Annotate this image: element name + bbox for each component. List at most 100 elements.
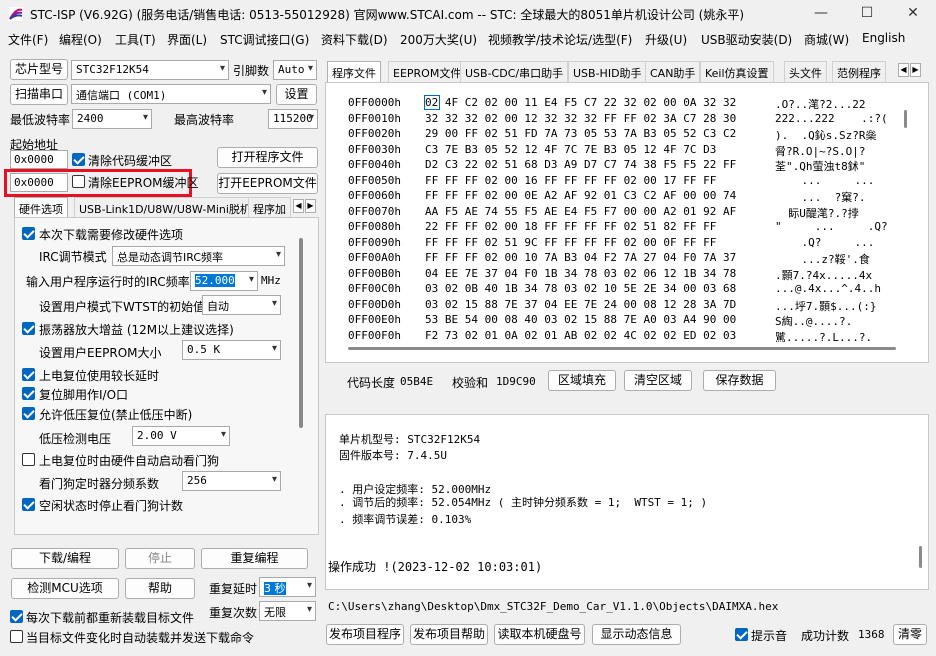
hex-bytes: 53 BE 54 00 08 40 03 02 15 88 7E A0 03 A… [425,313,737,326]
menu-interface[interactable]: 界面(L) [167,31,207,48]
scan-port-button[interactable]: 扫描串口 [10,84,68,105]
hex-address: 0FF0060h [348,189,401,202]
maximize-button[interactable]: ☐ [844,0,890,27]
download-program-button[interactable]: 下载/编程 [11,548,119,569]
stop-button[interactable]: 停止 [125,548,195,569]
check-mcu-options-button[interactable]: 检测MCU选项 [11,578,119,599]
open-program-file-button[interactable]: 打开程序文件 [217,147,318,168]
irc-mode-select[interactable]: 总是动态调节IRC频率 ▾ [112,246,285,266]
irc-mode-value: 总是动态调节IRC频率 [117,251,224,264]
auto-reload-checkbox[interactable] [10,630,23,643]
beep-checkbox[interactable] [735,628,748,641]
code-start-address-input[interactable]: 0x0000 [10,150,68,169]
lvd-reset-checkbox[interactable] [22,407,35,420]
clear-eeprom-buffer-checkbox[interactable] [72,175,85,188]
menu-tools[interactable]: 工具(T) [115,31,156,48]
publish-program-button[interactable]: 发布项目程序 [326,624,404,645]
tab-prev-arrow-icon[interactable]: ◀ [898,63,909,77]
tab-program-file[interactable]: 程序文件 [327,61,381,82]
menu-file[interactable]: 文件(F) [8,31,48,48]
wtst-select[interactable]: 自动 ▾ [202,295,281,315]
eeprom-start-address-input[interactable]: 0x0000 [10,173,68,192]
clear-code-buffer-checkbox[interactable] [72,153,85,166]
menu-shop[interactable]: 商城(W) [804,31,849,48]
region-fill-button[interactable]: 区域填充 [548,370,616,391]
hex-cursor [424,95,440,110]
clear-code-buffer-label: 清除代码缓冲区 [88,154,173,168]
max-baud-select[interactable]: 115200 ▾ [268,109,318,129]
irc-freq-select[interactable]: 52.000 ▾ [190,271,258,291]
menu-usb-driver[interactable]: USB驱动安装(D) [701,31,792,48]
hex-address: 0FF0000h [348,96,401,109]
auto-reload-label: 当目标文件变化时自动装载并发送下载命令 [26,631,255,645]
port-select[interactable]: 通信端口 (COM1) ▾ [71,84,271,104]
need-modify-checkbox[interactable] [22,227,35,240]
reset-pin-io-checkbox[interactable] [22,387,35,400]
chevron-down-icon: ▾ [219,63,225,74]
chip-model-select[interactable]: STC32F12K54 ▾ [71,60,229,80]
help-button[interactable]: 帮助 [125,578,195,599]
chevron-down-icon: ▾ [306,580,312,591]
tab-usb-link-offline[interactable]: USB-Link1D/U8W/U8W-Mini脱机 [74,197,256,218]
wdt-divider-select[interactable]: 256 ▾ [182,471,281,491]
tab-hardware-options[interactable]: 硬件选项 [14,197,68,218]
tab-header-files[interactable]: 头文件 [784,61,827,82]
save-data-button[interactable]: 保存数据 [703,370,776,391]
read-disk-serial-button[interactable]: 读取本机硬盘号 [494,624,585,645]
tab-can[interactable]: CAN助手 [645,61,701,82]
tab-eeprom-file[interactable]: EEPROM文件 [388,61,467,82]
hex-bytes: 03 02 0B 40 1B 34 78 03 02 10 5E 2E 34 0… [425,282,737,295]
reload-each-checkbox[interactable] [10,610,23,623]
tab-usb-hid[interactable]: USB-HID助手 [568,61,647,82]
eeprom-size-select[interactable]: 0.5 K ▾ [182,340,281,360]
menu-program[interactable]: 编程(O) [59,31,102,48]
menu-upgrade[interactable]: 升级(U) [645,31,687,48]
open-eeprom-file-button[interactable]: 打开EEPROM文件 [217,173,318,194]
repeat-count-select[interactable]: 无限 ▾ [259,601,316,621]
repeat-delay-value: 3 秒 [264,582,286,595]
menu-english[interactable]: English [862,31,905,45]
pin-count-label: 引脚数 [233,64,270,78]
pin-count-select[interactable]: Auto ▾ [273,60,317,80]
close-button[interactable]: ✕ [890,0,936,27]
lvd-voltage-select[interactable]: 2.00 V ▾ [132,426,230,446]
minimize-button[interactable]: — [798,0,844,27]
repeat-delay-label: 重复延时 [209,582,258,596]
tab-next-arrow-icon[interactable]: ▶ [305,199,316,213]
clear-count-button[interactable]: 清零 [893,624,927,645]
hex-bytes: FF FF FF 02 51 9C FF FF FF FF 02 00 0F F… [425,235,717,249]
settings-button[interactable]: 设置 [276,84,317,105]
menu-video-forum[interactable]: 视频教学/技术论坛/选型(F) [488,31,632,48]
checksum-value: 1D9C90 [496,375,536,388]
chevron-down-icon: ▾ [308,112,314,123]
tab-usb-cdc-serial[interactable]: USB-CDC/串口助手 [460,61,569,82]
repeat-delay-select[interactable]: 3 秒 ▾ [259,577,316,597]
tab-examples[interactable]: 范例程序 [832,61,886,82]
show-dynamic-info-button[interactable]: 显示动态信息 [592,624,681,645]
tab-keil-emulation[interactable]: Keil仿真设置 [700,61,774,82]
options-scrollbar-thumb[interactable] [299,238,303,428]
hex-address: 0FF00C0h [348,282,401,295]
wdt-divider-value: 256 [187,474,207,487]
tab-program-encrypt[interactable]: 程序加 [248,197,291,218]
tab-next-arrow-icon[interactable]: ▶ [910,63,921,77]
min-baud-select[interactable]: 2400 ▾ [72,109,152,129]
menu-award[interactable]: 200万大奖(U) [400,31,477,48]
hex-ascii: 騭.....?.L...?. [775,330,873,344]
chevron-down-icon: ▾ [248,274,254,285]
wdt-auto-checkbox[interactable] [22,453,35,466]
idle-stop-wdt-checkbox[interactable] [22,498,35,511]
reprogram-button[interactable]: 重复编程 [201,548,308,569]
code-length-value: 05B4E [400,375,434,388]
chip-model-label: 芯片型号 [10,59,68,80]
menu-debug-interface[interactable]: STC调试接口(G) [220,31,309,48]
power-delay-checkbox[interactable] [22,368,35,381]
log-scrollbar-thumb[interactable] [919,546,922,568]
publish-help-button[interactable]: 发布项目帮助 [410,624,488,645]
hex-scrollbar-thumb[interactable] [904,110,907,128]
clear-region-button[interactable]: 清空区域 [624,370,692,391]
tab-prev-arrow-icon[interactable]: ◀ [293,199,304,213]
osc-gain-checkbox[interactable] [22,322,35,335]
menu-downloads[interactable]: 资料下载(D) [321,31,388,48]
hex-hscrollbar-thumb[interactable] [348,347,896,350]
